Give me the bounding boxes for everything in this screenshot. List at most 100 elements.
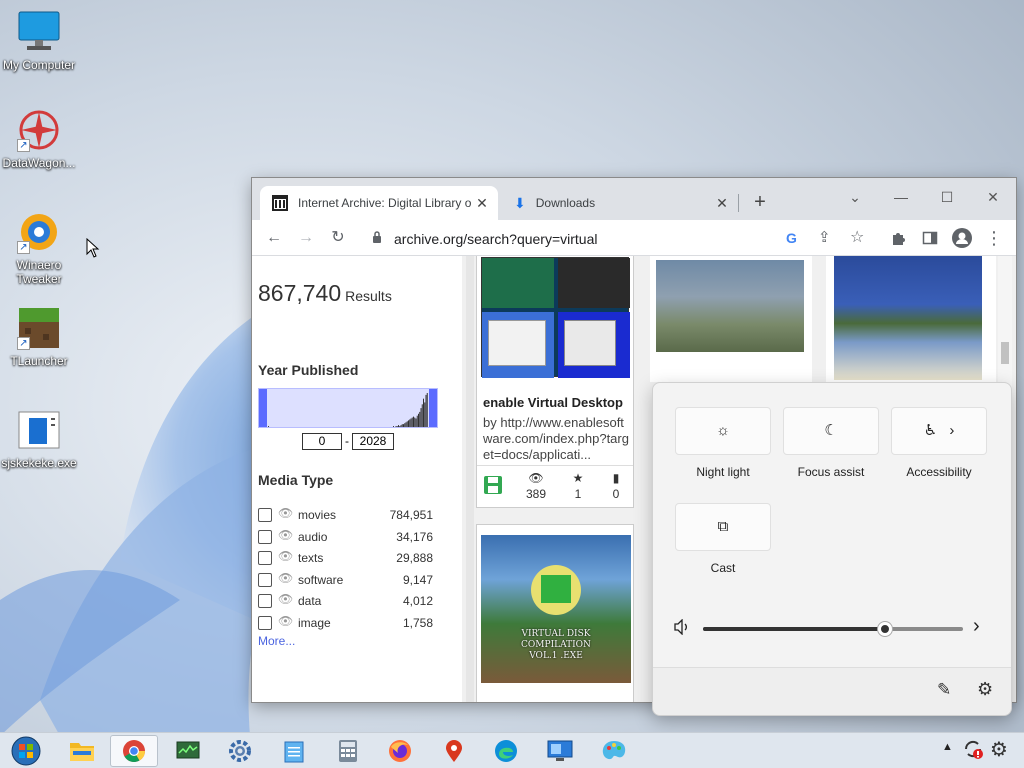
media-type-row[interactable]: 👁 audio 34,176	[258, 528, 433, 546]
media-type-row[interactable]: 👁 movies 784,951	[258, 506, 433, 524]
back-button[interactable]: ←	[262, 226, 286, 250]
cast-button[interactable]: ⧉	[675, 503, 771, 551]
extensions-icon[interactable]	[886, 226, 910, 250]
volume-thumb[interactable]	[878, 622, 892, 636]
taskbar-task-manager[interactable]	[164, 735, 212, 767]
media-type-row[interactable]: 👁 image 1,758	[258, 614, 433, 632]
desktop-icon-winaero-tweaker[interactable]: ↗ Winaero Tweaker	[0, 210, 78, 286]
quick-settings-footer: ✎ ⚙	[653, 667, 1011, 715]
taskbar-remote-desktop[interactable]	[536, 735, 584, 767]
media-type-checkbox[interactable]	[258, 529, 272, 544]
accessibility-button[interactable]: ♿ ›	[891, 407, 987, 455]
year-max-input[interactable]: 2028	[352, 433, 394, 450]
focus-assist-label: Focus assist	[797, 465, 865, 479]
bookmark-star-icon[interactable]: ☆	[850, 227, 864, 247]
taskbar-file-explorer[interactable]	[58, 735, 106, 767]
eye-icon[interactable]: 👁	[278, 614, 293, 628]
media-type-checkbox[interactable]	[258, 551, 272, 566]
desktop-icon-my-computer[interactable]: My Computer	[0, 10, 78, 72]
monitor-icon	[17, 10, 61, 54]
accessibility-label: Accessibility	[906, 465, 972, 479]
media-type-row[interactable]: 👁 software 9,147	[258, 571, 433, 589]
volume-speaker-icon[interactable]	[673, 618, 691, 638]
side-panel-icon[interactable]	[918, 226, 942, 250]
results-label: Results	[345, 288, 392, 304]
media-type-checkbox[interactable]	[258, 594, 272, 609]
tab-divider	[738, 194, 739, 212]
taskbar-maps[interactable]	[430, 735, 478, 767]
show-hidden-icons-chevron[interactable]: ▲	[942, 741, 953, 753]
tray-settings-gear-icon[interactable]: ⚙	[990, 737, 1008, 762]
profile-avatar-icon[interactable]	[950, 226, 974, 250]
card-thumbnail[interactable]	[834, 256, 982, 380]
histogram-bar	[416, 415, 418, 427]
taskbar-paint[interactable]	[590, 735, 638, 767]
media-type-name: movies	[298, 508, 337, 522]
media-type-checkbox[interactable]	[258, 616, 272, 630]
card-thumbnail[interactable]	[481, 257, 630, 378]
minimize-button[interactable]: —	[878, 182, 924, 212]
settings-gear-icon[interactable]: ⚙	[977, 679, 993, 700]
eye-icon[interactable]: 👁	[278, 592, 293, 606]
tab-close-icon[interactable]: ✕	[474, 195, 490, 211]
audio-output-chevron-icon[interactable]: ›	[973, 615, 980, 638]
eye-icon[interactable]: 👁	[278, 506, 293, 520]
taskbar-firefox[interactable]	[376, 735, 424, 767]
result-card-enable-virtual-desktop[interactable]: enable Virtual Desktop by http://www.ena…	[476, 256, 634, 508]
desktop-icon-sjskekeke[interactable]: sjskekeke.exe	[0, 408, 78, 470]
taskbar-calculator[interactable]	[324, 735, 372, 767]
taskbar-chrome[interactable]	[110, 735, 158, 767]
result-card-beach[interactable]	[826, 256, 996, 382]
eye-icon[interactable]: 👁	[278, 528, 293, 542]
histogram-bar	[426, 393, 428, 427]
address-bar[interactable]: archive.org/search?query=virtual G ⇪ ☆	[362, 224, 878, 252]
update-sync-icon[interactable]	[962, 738, 984, 763]
edit-quick-settings-icon[interactable]: ✎	[937, 680, 951, 700]
browser-menu-icon[interactable]: ⋮	[982, 226, 1006, 250]
night-light-toggle[interactable]: ☼	[675, 407, 771, 455]
media-type-checkbox[interactable]	[258, 508, 272, 522]
tab-close-icon[interactable]: ✕	[714, 195, 730, 211]
card-thumbnail[interactable]	[656, 260, 804, 352]
tab-downloads[interactable]: ⬇ Downloads ✕	[502, 186, 738, 220]
start-button[interactable]	[2, 735, 50, 767]
taskbar-notepad[interactable]	[270, 735, 318, 767]
tab-search-button[interactable]: ⌄	[832, 182, 878, 212]
quick-settings-panel: ☼ Night light ☾ Focus assist ♿ › Accessi…	[652, 382, 1012, 716]
eye-icon[interactable]: 👁	[278, 571, 293, 585]
result-card-virtual-disk-compilation[interactable]: VIRTUAL DISK COMPILATION VOL.1 .EXE	[476, 524, 634, 702]
desktop-icon-tlauncher[interactable]: ↗ TLauncher	[0, 306, 78, 368]
media-type-row[interactable]: 👁 texts 29,888	[258, 549, 433, 567]
google-lens-icon[interactable]: G	[786, 230, 797, 246]
eye-icon[interactable]: 👁	[278, 549, 293, 563]
reload-button[interactable]: ↻	[326, 226, 350, 250]
new-tab-button[interactable]: +	[748, 190, 772, 214]
year-slider-min-handle[interactable]	[259, 389, 267, 427]
media-type-count: 4,012	[402, 594, 433, 609]
year-slider-max-handle[interactable]	[429, 389, 437, 427]
year-min-input[interactable]: 0	[302, 433, 342, 450]
share-icon[interactable]: ⇪	[818, 228, 831, 246]
media-type-checkbox[interactable]	[258, 572, 272, 587]
winaero-icon: ↗	[17, 210, 61, 254]
media-type-count: 784,951	[389, 508, 433, 522]
notepad-icon	[284, 741, 304, 763]
taskbar-edge[interactable]	[482, 735, 530, 767]
card-thumbnail[interactable]: VIRTUAL DISK COMPILATION VOL.1 .EXE	[481, 535, 631, 683]
scrollbar-thumb[interactable]	[1001, 342, 1009, 364]
forward-button[interactable]: →	[294, 226, 318, 250]
card-title[interactable]: enable Virtual Desktop	[483, 395, 623, 410]
desktop-icon-datawagon[interactable]: ↗ DataWagon...	[0, 108, 78, 170]
maximize-button[interactable]: ☐	[924, 182, 970, 212]
media-type-row[interactable]: 👁 data 4,012	[258, 592, 433, 610]
focus-assist-toggle[interactable]: ☾	[783, 407, 879, 455]
taskbar-settings[interactable]	[216, 735, 264, 767]
close-window-button[interactable]: ✕	[970, 182, 1016, 212]
volume-slider[interactable]	[703, 622, 963, 636]
result-card-building[interactable]	[650, 256, 812, 382]
desktop-icon-label: My Computer	[2, 58, 76, 72]
more-media-types-link[interactable]: More...	[258, 634, 295, 648]
paint-palette-icon	[602, 741, 626, 760]
tab-internet-archive[interactable]: Internet Archive: Digital Library o ✕	[260, 186, 498, 220]
year-range-slider[interactable]	[258, 388, 438, 428]
